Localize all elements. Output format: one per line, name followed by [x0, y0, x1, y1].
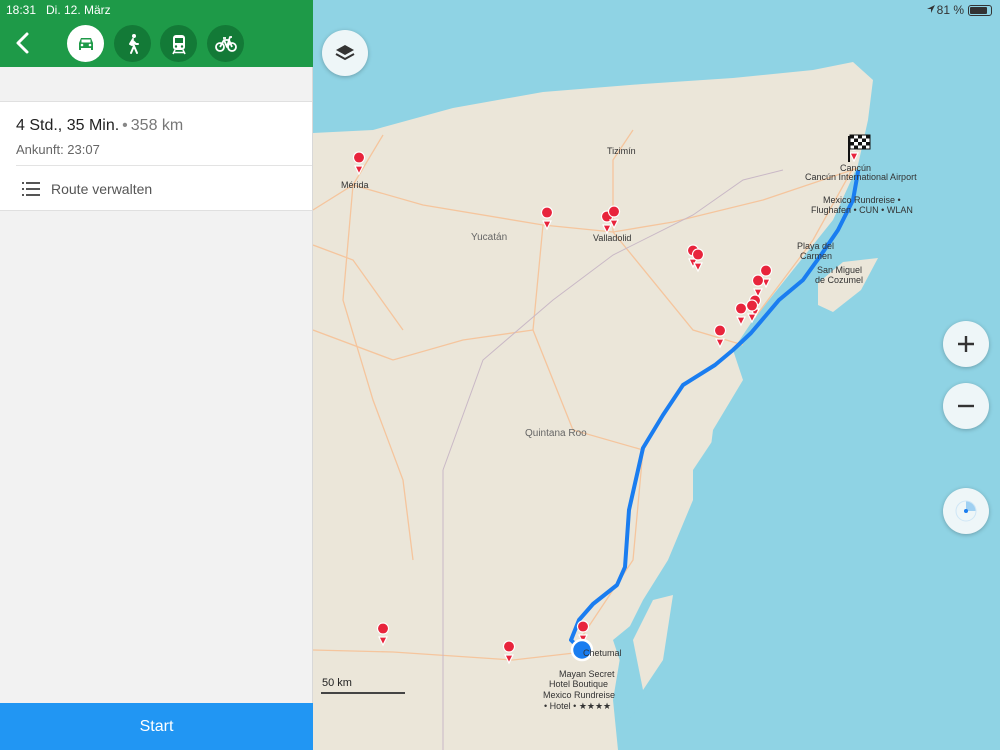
chevron-left-icon — [16, 32, 29, 54]
mode-train-button[interactable] — [160, 25, 197, 62]
label-playa-1: Playa del — [797, 241, 835, 251]
label-hotel-3: Mexico Rundreise — [543, 690, 616, 700]
minus-icon — [958, 404, 974, 408]
mode-car-button[interactable] — [67, 25, 104, 62]
battery-icon — [968, 5, 992, 16]
checkered-flag-icon — [848, 134, 871, 162]
status-time: 18:31 — [6, 3, 37, 17]
label-airport: Cancún International Airport — [805, 172, 917, 182]
label-airport-poi-2: Flughafen • CUN • WLAN — [811, 205, 913, 215]
summary-separator: • — [122, 117, 128, 134]
walk-icon — [128, 33, 139, 54]
route-summary-card: 4 Std., 35 Min. • 358 km Ankunft: 23:07 Ro… — [0, 101, 312, 211]
label-hotel-2: Hotel Boutique — [549, 679, 609, 689]
zoom-in-button[interactable] — [943, 321, 989, 367]
scale-label: 50 km — [322, 677, 352, 689]
label-chetumal: Chetumal — [583, 648, 622, 658]
back-button[interactable] — [12, 30, 34, 56]
route-panel: 18:31 Di. 12. März 4 Std., 35 Min. • 358… — [0, 0, 313, 750]
label-cozumel-2: de Cozumel — [815, 275, 864, 285]
status-date: Di. 12. März — [46, 3, 111, 17]
label-tizimin: Tizimín — [607, 146, 636, 156]
label-yucatan: Yucatán — [471, 232, 508, 243]
car-icon — [78, 37, 93, 50]
plus-icon — [958, 336, 974, 352]
label-quintana-roo: Quintana Roo — [525, 428, 587, 439]
battery-level: 81 % — [936, 3, 964, 17]
map-view[interactable]: 81 % Mérida Tizimín Yucatán Valladolid C… — [313, 0, 1000, 750]
arrival-time: Ankunft: 23:07 — [16, 142, 100, 157]
location-arrow-icon — [927, 5, 935, 13]
label-hotel-4: • Hotel • ★★★★ — [544, 701, 612, 711]
compass-icon — [955, 500, 977, 522]
label-valladolid: Valladolid — [593, 233, 632, 243]
route-summary: 4 Std., 35 Min. • 358 km — [16, 117, 183, 135]
layers-icon — [335, 45, 355, 61]
list-icon — [22, 182, 40, 196]
layers-button[interactable] — [322, 30, 368, 76]
route-distance: 358 km — [130, 117, 184, 134]
label-hotel-1: Mayan Secret — [559, 669, 615, 679]
zoom-out-button[interactable] — [943, 383, 989, 429]
mode-bike-button[interactable] — [207, 25, 244, 62]
label-merida: Mérida — [341, 180, 369, 190]
bike-icon — [214, 35, 237, 52]
header-bar: 18:31 Di. 12. März — [0, 0, 313, 67]
manage-route-button[interactable]: Route verwalten — [0, 166, 312, 211]
compass-button[interactable] — [943, 488, 989, 534]
map-canvas — [313, 0, 1000, 750]
label-cozumel-1: San Miguel — [817, 265, 863, 275]
manage-route-label: Route verwalten — [51, 181, 153, 197]
scale-bar — [321, 692, 405, 694]
mode-walk-button[interactable] — [114, 25, 151, 62]
start-button[interactable]: Start — [0, 703, 313, 750]
train-icon — [171, 34, 186, 54]
label-airport-poi-1: Mexico Rundreise • — [823, 195, 901, 205]
route-duration: 4 Std., 35 Min. — [16, 117, 120, 134]
label-playa-2: Carmen — [800, 251, 833, 261]
